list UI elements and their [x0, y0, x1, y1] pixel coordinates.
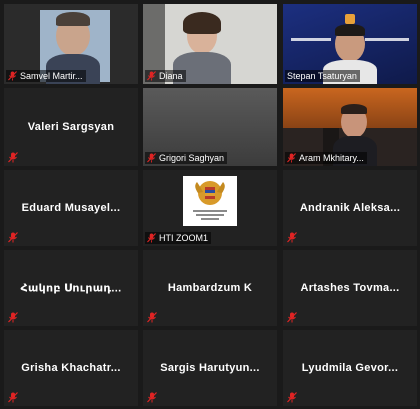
- participant-name: Hambardzum K: [167, 282, 253, 294]
- muted-mic-icon: [147, 312, 157, 323]
- participant-name: Samvel Martir...: [20, 71, 83, 81]
- muted-mic-icon: [287, 392, 297, 403]
- participant-name-label: Aram Mkhitary...: [285, 152, 367, 164]
- participant-tile-hambardzum[interactable]: Hambardzum K: [143, 250, 277, 326]
- muted-mic-icon: [147, 71, 156, 81]
- participant-tile-hakob[interactable]: Հակոբ Սուրադ...: [4, 250, 138, 326]
- participant-tile-grisha[interactable]: Grisha Khachatr...: [4, 330, 138, 406]
- participant-tile-valeri[interactable]: Valeri Sargsyan: [4, 88, 138, 166]
- participant-name: Stepan Tsaturyan: [287, 71, 357, 81]
- muted-mic-icon: [8, 312, 18, 323]
- participant-tile-sargis[interactable]: Sargis Harutyun...: [143, 330, 277, 406]
- participant-tile-stepan[interactable]: Stepan Tsaturyan: [283, 4, 417, 84]
- profile-picture: [183, 176, 237, 226]
- participant-name-label: HTI ZOOM1: [145, 232, 211, 244]
- participant-tile-andranik[interactable]: Andranik Aleksa...: [283, 170, 417, 246]
- participant-name: Eduard Musayel...: [21, 202, 121, 214]
- participant-name-label: Grigori Saghyan: [145, 152, 228, 164]
- participant-name: Sargis Harutyun...: [160, 362, 260, 374]
- coat-of-arms-emblem-icon: [193, 181, 227, 220]
- participant-name: Valeri Sargsyan: [27, 121, 115, 133]
- participant-name: Artashes Tovma...: [300, 282, 400, 294]
- muted-mic-icon: [8, 71, 17, 81]
- muted-mic-icon: [8, 152, 18, 163]
- participant-name: Andranik Aleksa...: [299, 202, 401, 214]
- participant-tile-lyudmila[interactable]: Lyudmila Gevor...: [283, 330, 417, 406]
- participant-name: Հակոբ Սուրադ...: [20, 282, 122, 295]
- muted-mic-icon: [287, 312, 297, 323]
- participant-tile-aram[interactable]: Aram Mkhitary...: [283, 88, 417, 166]
- muted-mic-icon: [147, 153, 156, 163]
- muted-mic-icon: [147, 392, 157, 403]
- participant-name: Grigori Saghyan: [159, 153, 225, 163]
- participant-name-label: Stepan Tsaturyan: [285, 70, 360, 82]
- participant-tile-samvel[interactable]: Samvel Martir...: [4, 4, 138, 84]
- participant-name: HTI ZOOM1: [159, 233, 208, 243]
- muted-mic-icon: [287, 153, 296, 163]
- participant-tile-artashes[interactable]: Artashes Tovma...: [283, 250, 417, 326]
- participant-tile-diana[interactable]: Diana: [143, 4, 277, 84]
- gallery-view: Samvel Martir... Diana Stepan Tsaturyan: [0, 0, 420, 409]
- muted-mic-icon: [287, 232, 297, 243]
- participant-tile-grigori[interactable]: Grigori Saghyan: [143, 88, 277, 166]
- participant-name-label: Diana: [145, 70, 186, 82]
- muted-mic-icon: [8, 232, 18, 243]
- participant-name: Lyudmila Gevor...: [301, 362, 399, 374]
- participant-tile-hti-zoom1[interactable]: HTI ZOOM1: [143, 170, 277, 246]
- muted-mic-icon: [8, 392, 18, 403]
- participant-name: Grisha Khachatr...: [21, 362, 121, 374]
- participant-tile-eduard[interactable]: Eduard Musayel...: [4, 170, 138, 246]
- participant-name: Diana: [159, 71, 183, 81]
- participant-name-label: Samvel Martir...: [6, 70, 86, 82]
- participant-name: Aram Mkhitary...: [299, 153, 364, 163]
- muted-mic-icon: [147, 233, 156, 243]
